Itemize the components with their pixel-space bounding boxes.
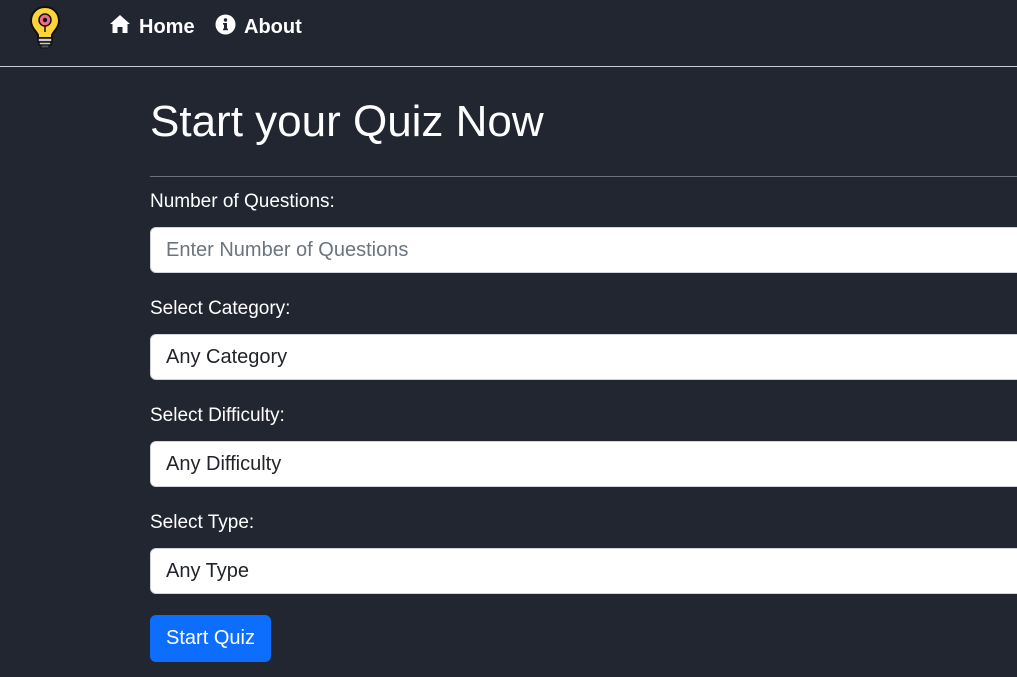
difficulty-select[interactable]: Any Difficulty — [150, 441, 1017, 487]
type-selected-value: Any Type — [166, 559, 250, 582]
info-circle-icon — [215, 14, 244, 41]
lightbulb-logo-icon[interactable] — [28, 5, 62, 49]
nav-about-label: About — [244, 15, 302, 38]
type-select[interactable]: Any Type — [150, 548, 1017, 594]
top-navbar: Home About — [0, 0, 1017, 67]
title-divider — [150, 176, 1017, 177]
nav-about-link[interactable]: About — [215, 14, 302, 40]
difficulty-selected-value: Any Difficulty — [166, 452, 282, 475]
nav-home-link[interactable]: Home — [109, 14, 195, 40]
page-title: Start your Quiz Now — [150, 97, 544, 146]
start-quiz-button[interactable]: Start Quiz — [150, 615, 271, 662]
category-selected-value: Any Category — [166, 345, 288, 368]
questions-input[interactable] — [150, 227, 1017, 273]
home-icon — [109, 14, 139, 40]
category-label: Select Category: — [150, 298, 291, 319]
category-select[interactable]: Any Category — [150, 334, 1017, 380]
nav-home-label: Home — [139, 15, 195, 38]
difficulty-label: Select Difficulty: — [150, 405, 285, 426]
type-label: Select Type: — [150, 512, 255, 533]
questions-label: Number of Questions: — [150, 191, 335, 212]
